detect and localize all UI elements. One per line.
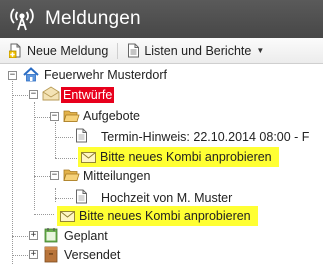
document-icon (76, 189, 87, 204)
dropdown-arrow-icon: ▼ (256, 46, 265, 55)
document-icon (76, 128, 87, 143)
tree-item-mitteilungen-label[interactable]: Mitteilungen (83, 169, 150, 183)
toolbar: Neue Meldung Listen und Berichte ▼ (0, 38, 323, 64)
broadcast-icon (10, 8, 34, 31)
calendar-icon (44, 228, 58, 243)
tree-connector (55, 198, 73, 199)
expand-toggle[interactable]: + (29, 250, 38, 259)
envelope-icon (81, 151, 96, 163)
lists-reports-dropdown[interactable]: Listen und Berichte ▼ (124, 40, 267, 61)
envelope-icon (60, 210, 75, 222)
new-document-icon (9, 43, 21, 58)
tree-connector (55, 158, 79, 159)
tree-connector (55, 188, 56, 202)
new-message-button[interactable]: Neue Meldung (6, 40, 111, 61)
tree-item-root-label[interactable]: Feuerwehr Musterdorf (44, 68, 167, 82)
tree-item-termin-label[interactable]: Termin-Hinweis: 22.10.2014 08:00 - F (101, 130, 309, 144)
title-bar: Meldungen (0, 0, 323, 38)
tree-connector (55, 137, 73, 138)
lists-reports-label: Listen und Berichte (144, 43, 252, 58)
collapse-toggle[interactable]: − (50, 112, 59, 121)
tree-item-drafts-label[interactable]: Entwürfe (61, 87, 115, 103)
page-title: Meldungen (45, 8, 141, 29)
tree-item-kombi-1[interactable]: Bitte neues Kombi anprobieren (78, 147, 279, 167)
tree-item-kombi-1-label: Bitte neues Kombi anprobieren (100, 150, 272, 164)
tree-connector (55, 122, 56, 158)
tree-item-kombi-2[interactable]: Bitte neues Kombi anprobieren (57, 206, 258, 226)
toolbar-separator (117, 42, 119, 59)
tree-connector (34, 102, 35, 210)
collapse-toggle[interactable]: − (8, 71, 17, 80)
collapse-toggle[interactable]: − (29, 90, 38, 99)
drafts-envelope-icon (42, 86, 60, 101)
expand-toggle[interactable]: + (29, 231, 38, 240)
home-icon (23, 67, 39, 82)
archive-box-icon (44, 246, 58, 263)
collapse-toggle[interactable]: − (50, 171, 59, 180)
folder-open-icon (63, 169, 80, 181)
tree-item-versendet-label[interactable]: Versendet (64, 248, 120, 262)
tree-connector (34, 214, 54, 215)
report-document-icon (128, 43, 140, 58)
message-tree: − Feuerwehr Musterdorf − Entwürfe − Aufg… (0, 64, 323, 269)
folder-open-icon (63, 110, 80, 122)
new-message-label: Neue Meldung (27, 43, 109, 58)
tree-item-geplant-label[interactable]: Geplant (64, 229, 108, 243)
tree-item-aufgebote-label[interactable]: Aufgebote (83, 109, 140, 123)
tree-item-kombi-2-label: Bitte neues Kombi anprobieren (79, 209, 251, 223)
tree-item-hochzeit-label[interactable]: Hochzeit von M. Muster (101, 191, 232, 205)
